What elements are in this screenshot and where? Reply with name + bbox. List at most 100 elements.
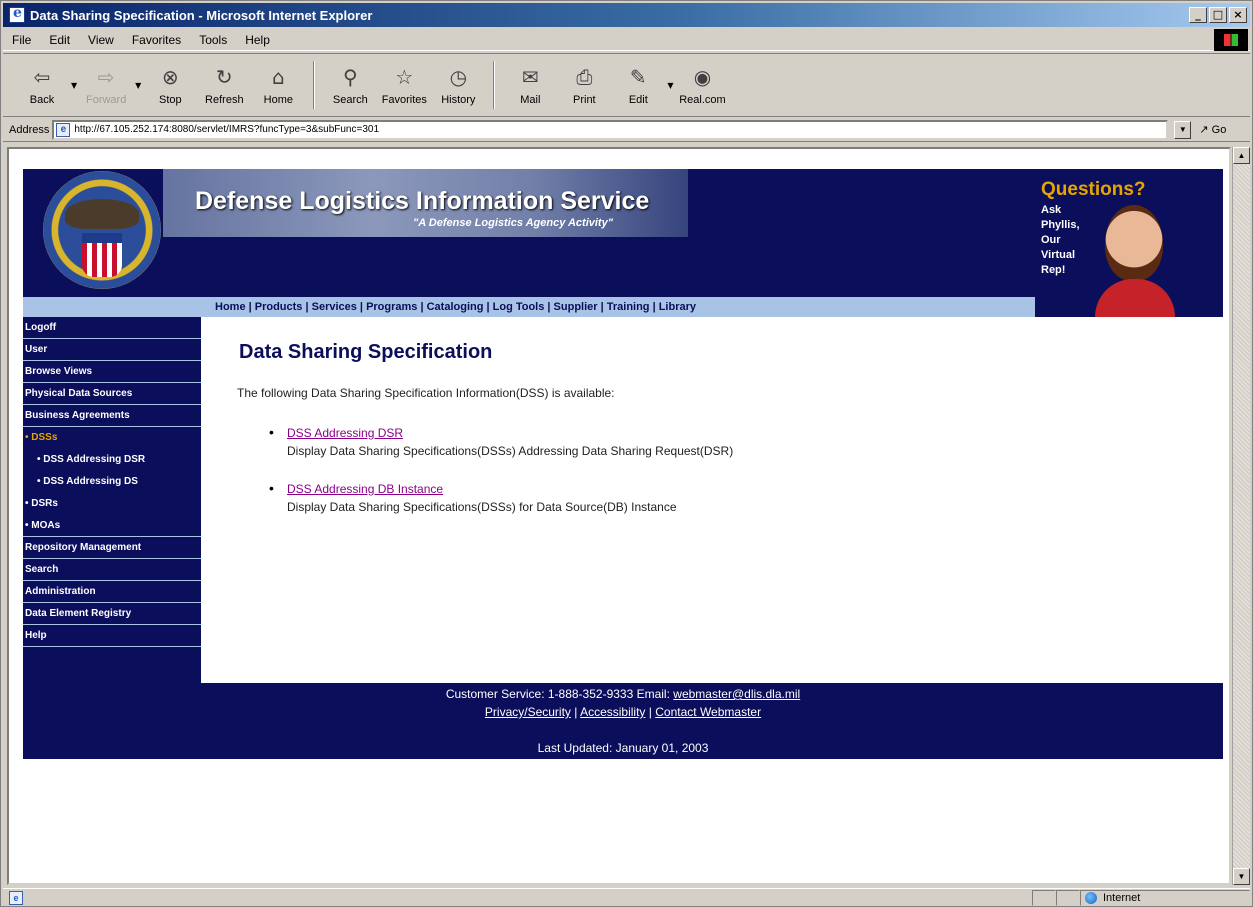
window-controls: _ □ × — [1189, 7, 1247, 23]
status-cells: Internet — [1032, 889, 1250, 906]
menu-help[interactable]: Help — [236, 33, 279, 47]
list-item: DSS Addressing DB Instance Display Data … — [269, 480, 1199, 514]
history-icon: ◷ — [449, 65, 468, 89]
footer-links: Privacy/Security | Accessibility | Conta… — [23, 705, 1223, 719]
close-button[interactable]: × — [1229, 7, 1247, 23]
link-description: Display Data Sharing Specifications(DSSs… — [287, 500, 677, 514]
footer-separator: | — [574, 705, 578, 719]
minimize-button[interactable]: _ — [1189, 7, 1207, 23]
dss-addressing-db-instance-link[interactable]: DSS Addressing DB Instance — [287, 482, 443, 496]
sidebar-item-logoff[interactable]: Logoff — [23, 317, 201, 339]
stop-button[interactable]: ⊗ Stop — [143, 56, 197, 114]
page-status-icon: e — [9, 890, 23, 905]
print-button[interactable]: ⎙ Print — [557, 56, 611, 114]
main-row: Logoff User Browse Views Physical Data S… — [23, 317, 1223, 683]
privacy-security-link[interactable]: Privacy/Security — [485, 705, 571, 719]
sidebar-item-dsrs[interactable]: • DSRs — [23, 493, 201, 515]
status-bar: e Internet — [3, 888, 1250, 906]
scroll-up-icon[interactable]: ▲ — [1233, 147, 1250, 164]
dss-addressing-dsr-link[interactable]: DSS Addressing DSR — [287, 426, 403, 440]
site-banner: Defense Logistics Information Service "A… — [23, 169, 1223, 317]
print-icon: ⎙ — [576, 65, 593, 89]
go-button[interactable]: ↗ Go — [1199, 123, 1226, 136]
customer-service-text: Customer Service: 1-888-352-9333 Email: — [445, 687, 670, 701]
menu-edit[interactable]: Edit — [40, 33, 79, 47]
title-bar: Data Sharing Specification - Microsoft I… — [3, 3, 1250, 27]
refresh-label: Refresh — [205, 94, 244, 106]
forward-dropdown-arrow-icon[interactable]: ▼ — [135, 81, 141, 90]
last-updated: Last Updated: January 01, 2003 — [537, 741, 709, 755]
history-label: History — [441, 94, 476, 106]
refresh-button[interactable]: ↻ Refresh — [197, 56, 251, 114]
address-dropdown-icon[interactable]: ▼ — [1174, 120, 1192, 139]
home-label: Home — [263, 94, 293, 106]
web-page: Defense Logistics Information Service "A… — [23, 169, 1223, 759]
back-label: Back — [29, 94, 55, 106]
eagle-emblem — [65, 199, 139, 229]
maximize-button[interactable]: □ — [1209, 7, 1227, 23]
accessibility-link[interactable]: Accessibility — [580, 705, 645, 719]
address-input[interactable]: e http://67.105.252.174:8080/servlet/IMR… — [52, 119, 1169, 140]
sidebar-item-repository-management[interactable]: Repository Management — [23, 537, 201, 559]
history-button[interactable]: ◷ History — [431, 56, 485, 114]
sidebar-item-dss-addressing-dsr[interactable]: • DSS Addressing DSR — [23, 449, 201, 471]
webmaster-email-link[interactable]: webmaster@dlis.dla.mil — [673, 687, 800, 701]
top-nav-links[interactable]: Home | Products | Services | Programs | … — [215, 301, 696, 313]
forward-button[interactable]: ⇨ Forward — [79, 56, 133, 114]
virtual-rep-box[interactable]: Questions? Ask Phyllis, Our Virtual Rep! — [1035, 169, 1181, 317]
toolbar-separator — [313, 61, 316, 109]
status-cell — [1032, 889, 1056, 906]
sidebar-item-administration[interactable]: Administration — [23, 581, 201, 603]
menu-tools[interactable]: Tools — [190, 33, 236, 47]
contact-webmaster-link[interactable]: Contact Webmaster — [655, 705, 761, 719]
menu-favorites[interactable]: Favorites — [123, 33, 190, 47]
search-icon: ⚲ — [342, 65, 358, 89]
menu-bar: File Edit View Favorites Tools Help — [3, 28, 1250, 51]
favorites-button[interactable]: ☆ Favorites — [377, 56, 431, 114]
search-button[interactable]: ⚲ Search — [323, 56, 377, 114]
edit-button[interactable]: ✎ Edit — [611, 56, 665, 114]
mail-label: Mail — [520, 94, 541, 106]
menu-file[interactable]: File — [3, 33, 40, 47]
intro-text: The following Data Sharing Specification… — [237, 386, 615, 400]
sidebar-item-browse-views[interactable]: Browse Views — [23, 361, 201, 383]
sidebar-item-data-element-registry[interactable]: Data Element Registry — [23, 603, 201, 625]
sidebar-item-business-agreements[interactable]: Business Agreements — [23, 405, 201, 427]
site-name: Defense Logistics Information Service — [195, 187, 650, 215]
status-cell — [1056, 889, 1080, 906]
edit-dropdown-arrow-icon[interactable]: ▼ — [667, 81, 673, 90]
toolbar-separator — [493, 61, 496, 109]
menu-view[interactable]: View — [79, 33, 123, 47]
sidebar-item-dsss[interactable]: • DSSs — [23, 427, 201, 449]
sidebar-item-physical-data-sources[interactable]: Physical Data Sources — [23, 383, 201, 405]
ie-window: Data Sharing Specification - Microsoft I… — [0, 0, 1253, 907]
page-title: Data Sharing Specification — [239, 341, 493, 363]
back-button[interactable]: ⇦ Back — [15, 56, 69, 114]
sidebar: Logoff User Browse Views Physical Data S… — [23, 317, 201, 683]
favorites-icon: ☆ — [395, 65, 414, 89]
rep-head — [1105, 205, 1163, 281]
security-zone: Internet — [1080, 889, 1250, 906]
realcom-icon: ◉ — [693, 65, 712, 89]
search-label: Search — [332, 94, 368, 106]
realcom-button[interactable]: ◉ Real.com — [675, 56, 729, 114]
sidebar-item-user[interactable]: User — [23, 339, 201, 361]
favorites-label: Favorites — [381, 94, 427, 106]
top-nav-strip: Home | Products | Services | Programs | … — [23, 297, 1035, 317]
ie-app-icon[interactable] — [9, 5, 25, 23]
standard-toolbar: ⇦ Back ▼ ⇨ Forward ▼ ⊗ Stop ↻ Refresh ⌂ … — [3, 53, 1250, 117]
vertical-scrollbar[interactable]: ▲ ▼ — [1232, 147, 1250, 885]
back-dropdown-arrow-icon[interactable]: ▼ — [71, 81, 77, 90]
virtual-rep-photo — [1095, 203, 1175, 317]
questions-text: Ask Phyllis, Our Virtual Rep! — [1041, 204, 1080, 276]
shield-emblem — [82, 233, 122, 277]
mail-button[interactable]: ✉ Mail — [503, 56, 557, 114]
sidebar-item-dss-addressing-ds[interactable]: • DSS Addressing DS — [23, 471, 201, 493]
sidebar-item-search[interactable]: Search — [23, 559, 201, 581]
questions-title: Questions? — [1041, 179, 1146, 200]
scroll-down-icon[interactable]: ▼ — [1233, 868, 1250, 885]
home-button[interactable]: ⌂ Home — [251, 56, 305, 114]
sidebar-item-help[interactable]: Help — [23, 625, 201, 647]
sidebar-item-moas[interactable]: • MOAs — [23, 515, 201, 537]
site-tagline: "A Defense Logistics Agency Activity" — [413, 217, 613, 229]
